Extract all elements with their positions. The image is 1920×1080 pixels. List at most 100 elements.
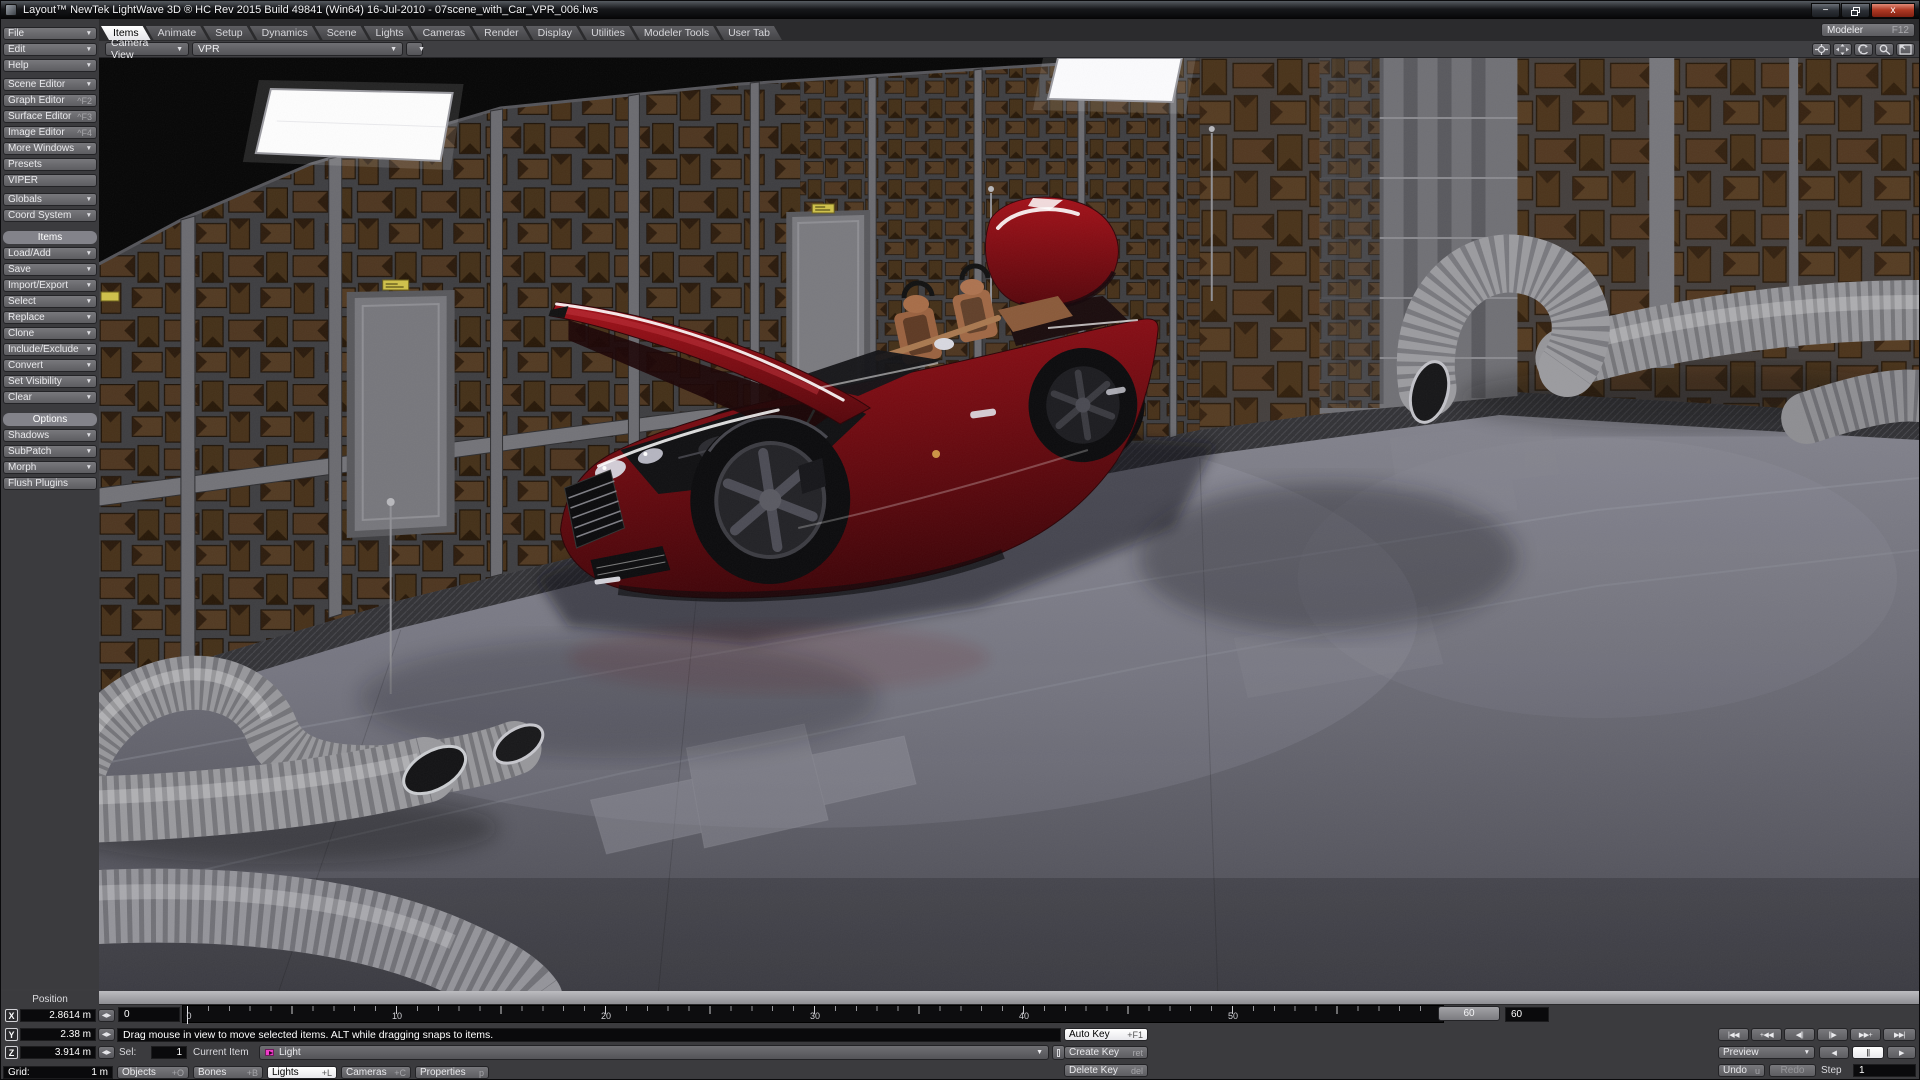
- current-frame-field[interactable]: 0: [118, 1007, 180, 1022]
- viewport-center-button[interactable]: [1812, 43, 1831, 56]
- sidebar-item-more-windows[interactable]: More Windows▼: [3, 142, 97, 155]
- chevron-down-icon: ▼: [384, 46, 397, 53]
- preview-dropdown[interactable]: Preview▼: [1718, 1046, 1815, 1059]
- cameras-mode-button[interactable]: Cameras+C: [341, 1066, 411, 1079]
- sidebar-item-load-add[interactable]: Load/Add▼: [3, 247, 97, 260]
- tab-display[interactable]: Display: [526, 26, 584, 40]
- tab-user-tab[interactable]: User Tab: [716, 26, 782, 40]
- create-key-button[interactable]: Create Keyret: [1064, 1046, 1148, 1059]
- minimize-button[interactable]: −: [1811, 3, 1840, 18]
- properties-button[interactable]: Propertiesp: [415, 1066, 489, 1079]
- sidebar-item-save[interactable]: Save▼: [3, 263, 97, 276]
- viewport-rotate-button[interactable]: [1854, 43, 1873, 56]
- sidebar-item-image-editor[interactable]: Image Editor^F4: [3, 126, 97, 139]
- close-button[interactable]: x: [1871, 3, 1915, 18]
- render-mode-dropdown[interactable]: VPR ▼: [192, 42, 403, 56]
- sidebar-item-coord-system[interactable]: Coord System▼: [3, 209, 97, 222]
- view-mode-dropdown[interactable]: Camera View ▼: [105, 42, 189, 56]
- titlebar[interactable]: Layout™ NewTek LightWave 3D ® HC Rev 201…: [1, 1, 1919, 19]
- sidebar-item-clear[interactable]: Clear▼: [3, 391, 97, 404]
- sidebar-item-surface-editor[interactable]: Surface Editor^F3: [3, 110, 97, 123]
- chevron-down-icon: ▼: [86, 432, 92, 439]
- viewport-3d-scene[interactable]: [99, 58, 1919, 991]
- auto-key-button[interactable]: Auto Key+F1: [1064, 1028, 1148, 1041]
- x-position-field[interactable]: 2.8614 m: [20, 1009, 96, 1022]
- delete-key-button[interactable]: Delete Keydel: [1064, 1064, 1148, 1077]
- sidebar-item-replace[interactable]: Replace▼: [3, 311, 97, 324]
- tab-modeler-tools[interactable]: Modeler Tools: [632, 26, 721, 40]
- sidebar-item-edit[interactable]: Edit▼: [3, 43, 97, 56]
- timeline-ruler[interactable]: 0 10 20 30 40 50: [182, 1005, 1444, 1023]
- tab-cameras[interactable]: Cameras: [411, 26, 478, 40]
- chevron-down-icon: ▼: [86, 282, 92, 289]
- jump-to-start-button[interactable]: |◀◀: [1718, 1028, 1749, 1041]
- y-position-field[interactable]: 2.38 m: [20, 1028, 96, 1041]
- tab-setup[interactable]: Setup: [203, 26, 254, 40]
- timeline-divider[interactable]: [99, 991, 1920, 1005]
- tab-items[interactable]: Items: [101, 26, 151, 40]
- window-title: Layout™ NewTek LightWave 3D ® HC Rev 201…: [23, 4, 598, 16]
- render-noise: [99, 58, 1919, 991]
- current-item-dropdown[interactable]: Light ▼: [259, 1045, 1049, 1060]
- chevron-down-icon: ▼: [86, 394, 92, 401]
- pause-button[interactable]: ||: [1852, 1046, 1884, 1059]
- z-position-field[interactable]: 3.914 m: [20, 1046, 96, 1059]
- jump-to-end-button[interactable]: ▶▶|: [1883, 1028, 1916, 1041]
- modeler-button[interactable]: Modeler F12: [1821, 23, 1915, 37]
- sidebar-item-viper[interactable]: VIPER: [3, 174, 97, 187]
- viewport-toolbar: Camera View ▼ VPR ▼ ▼: [99, 41, 1919, 58]
- sidebar-item-subpatch[interactable]: SubPatch▼: [3, 445, 97, 458]
- sidebar-item-flush-plugins[interactable]: Flush Plugins: [3, 477, 97, 490]
- sidebar-item-convert[interactable]: Convert▼: [3, 359, 97, 372]
- sidebar-item-select[interactable]: Select▼: [3, 295, 97, 308]
- z-stepper[interactable]: ◀▶: [98, 1046, 115, 1059]
- objects-mode-button[interactable]: Objects+O: [117, 1066, 189, 1079]
- lights-mode-button[interactable]: Lights+L: [267, 1066, 337, 1079]
- sidebar-item-include-exclude[interactable]: Include/Exclude▼: [3, 343, 97, 356]
- sidebar-item-graph-editor[interactable]: Graph Editor^F2: [3, 94, 97, 107]
- y-axis-label: Y: [5, 1028, 18, 1041]
- sidebar-item-import-export[interactable]: Import/Export▼: [3, 279, 97, 292]
- sidebar-item-morph[interactable]: Morph▼: [3, 461, 97, 474]
- sidebar-item-globals[interactable]: Globals▼: [3, 193, 97, 206]
- play-backward-button[interactable]: ◀: [1819, 1046, 1849, 1059]
- timeline-slider-handle[interactable]: 60: [1438, 1006, 1500, 1021]
- viewport-maximize-button[interactable]: [1896, 43, 1915, 56]
- sidebar-item-set-visibility[interactable]: Set Visibility▼: [3, 375, 97, 388]
- next-key-button[interactable]: ▶▶+: [1850, 1028, 1881, 1041]
- chevron-down-icon: ▼: [86, 314, 92, 321]
- tab-lights[interactable]: Lights: [364, 26, 416, 40]
- tab-dynamics[interactable]: Dynamics: [250, 26, 320, 40]
- play-forward-button[interactable]: ▶: [1887, 1046, 1916, 1059]
- sidebar-item-presets[interactable]: Presets: [3, 158, 97, 171]
- restore-button[interactable]: [1841, 3, 1870, 18]
- tab-scene[interactable]: Scene: [315, 26, 369, 40]
- tab-utilities[interactable]: Utilities: [579, 26, 637, 40]
- undo-button[interactable]: Undou: [1718, 1064, 1765, 1077]
- y-stepper[interactable]: ◀▶: [98, 1028, 115, 1041]
- sidebar-item-clone[interactable]: Clone▼: [3, 327, 97, 340]
- lightwave-layout-window: Layout™ NewTek LightWave 3D ® HC Rev 201…: [0, 0, 1920, 1080]
- sidebar-item-shadows[interactable]: Shadows▼: [3, 429, 97, 442]
- redo-button[interactable]: Redo: [1769, 1064, 1816, 1077]
- bones-mode-button[interactable]: Bones+B: [193, 1066, 263, 1079]
- current-item-label: Current Item: [193, 1046, 249, 1059]
- tab-render[interactable]: Render: [472, 26, 530, 40]
- viewport-options-dropdown[interactable]: ▼: [406, 42, 423, 56]
- sidebar-item-help[interactable]: Help▼: [3, 59, 97, 72]
- x-stepper[interactable]: ◀▶: [98, 1009, 115, 1022]
- chevron-down-icon: ▼: [86, 298, 92, 305]
- sidebar-item-file[interactable]: File▼: [3, 27, 97, 40]
- end-frame-field[interactable]: 60: [1505, 1007, 1549, 1022]
- viewport-pan-button[interactable]: [1833, 43, 1852, 56]
- left-sidebar: File▼ Edit▼ Help▼ Scene Editor▼ Graph Ed…: [1, 19, 99, 989]
- sidebar-header-items: Items: [3, 231, 97, 244]
- sidebar-item-scene-editor[interactable]: Scene Editor▼: [3, 78, 97, 91]
- step-field[interactable]: 1: [1853, 1064, 1916, 1077]
- previous-key-button[interactable]: +◀◀: [1751, 1028, 1782, 1041]
- viewport-zoom-button[interactable]: [1875, 43, 1894, 56]
- previous-frame-button[interactable]: ◀||: [1784, 1028, 1815, 1041]
- sel-count-field: 1: [151, 1046, 187, 1059]
- next-frame-button[interactable]: ||▶: [1817, 1028, 1848, 1041]
- light-item-icon: [265, 1049, 274, 1056]
